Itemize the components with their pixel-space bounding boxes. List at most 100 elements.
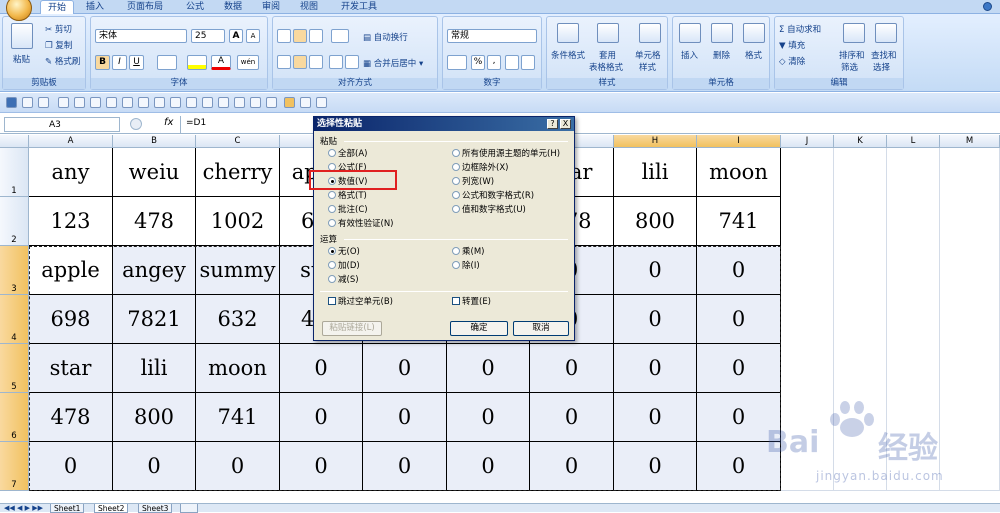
col-header-b[interactable]: B	[113, 135, 196, 148]
cell-h2[interactable]: 800	[614, 197, 697, 246]
tab-developer[interactable]: 开发工具	[336, 0, 382, 14]
tab-review[interactable]: 审阅	[256, 0, 286, 14]
name-box[interactable]: A3	[4, 117, 120, 132]
orientation-icon[interactable]	[331, 29, 349, 43]
paste-column-widths-option[interactable]: 列宽(W)	[452, 177, 494, 188]
cell-h7[interactable]: 0	[614, 442, 697, 491]
comma-button[interactable]: ,	[487, 55, 501, 70]
help-icon[interactable]	[983, 2, 992, 11]
sort-filter-label-2[interactable]: 筛选	[841, 61, 858, 73]
col-header-a[interactable]: A	[29, 135, 113, 148]
paste-all-option[interactable]: 全部(A)	[328, 149, 367, 160]
cell-c4[interactable]: 632	[196, 295, 280, 344]
cell-i4[interactable]: 0	[697, 295, 781, 344]
cell-a3[interactable]: apple	[29, 246, 113, 295]
skip-blanks-checkbox[interactable]: 跳过空单元(B)	[328, 297, 393, 308]
font-name-select[interactable]: 宋体	[95, 29, 187, 43]
row-header-4[interactable]: 4	[0, 295, 29, 344]
insert-function-button[interactable]: fx	[164, 117, 173, 128]
tab-data[interactable]: 数据	[218, 0, 248, 14]
row-header-7[interactable]: 7	[0, 442, 29, 491]
shrink-font-button[interactable]: A	[246, 29, 260, 43]
cell-a2[interactable]: 123	[29, 197, 113, 246]
cell-i7[interactable]: 0	[697, 442, 781, 491]
cut-button[interactable]: ✂ 剪切	[45, 23, 72, 35]
transpose-checkbox[interactable]: 转置(E)	[452, 297, 491, 308]
paste-source-theme-option[interactable]: 所有使用源主题的单元(H)	[452, 149, 560, 160]
empty-column-m[interactable]	[940, 148, 1000, 491]
delete-cells-button[interactable]: 删除	[713, 49, 730, 61]
cell-styles-label-2[interactable]: 样式	[639, 61, 656, 73]
format-cells-button[interactable]: 格式	[745, 49, 762, 61]
phonetic-button[interactable]: wén	[237, 55, 259, 70]
table-icon[interactable]	[186, 97, 197, 108]
customize-toolbar-icon[interactable]	[316, 97, 327, 108]
row-header-1[interactable]: 1	[0, 148, 29, 197]
form-icon[interactable]	[138, 97, 149, 108]
paste-validation-option[interactable]: 有效性验证(N)	[328, 219, 394, 230]
format-table-label-1[interactable]: 套用	[599, 49, 616, 61]
print-preview-icon[interactable]	[90, 97, 101, 108]
find-select-label-1[interactable]: 查找和	[871, 49, 897, 61]
find-select-label-2[interactable]: 选择	[873, 61, 890, 73]
row-header-5[interactable]: 5	[0, 344, 29, 393]
conditional-format-button[interactable]: 条件格式	[551, 49, 585, 61]
sort-icon[interactable]	[218, 97, 229, 108]
tab-page-layout[interactable]: 页面布局	[122, 0, 168, 14]
wrap-text-button[interactable]: ▤ 自动换行	[363, 31, 408, 43]
operation-none-option[interactable]: 无(O)	[328, 247, 360, 258]
currency-icon[interactable]	[447, 55, 467, 70]
align-left-icon[interactable]	[277, 55, 291, 69]
cell-b2[interactable]: 478	[113, 197, 196, 246]
cell-i3[interactable]: 0	[697, 246, 781, 295]
cell-b6[interactable]: 800	[113, 393, 196, 442]
cell-b3[interactable]: angey	[113, 246, 196, 295]
paste-no-borders-option[interactable]: 边框除外(X)	[452, 163, 508, 174]
highlight-icon[interactable]	[284, 97, 295, 108]
cell-f5[interactable]: 0	[447, 344, 530, 393]
cell-h4[interactable]: 0	[614, 295, 697, 344]
cell-a6[interactable]: 478	[29, 393, 113, 442]
cell-a7[interactable]: 0	[29, 442, 113, 491]
grow-font-button[interactable]: A	[229, 29, 243, 43]
clear-button[interactable]: ◇ 清除	[779, 55, 805, 67]
open-file-icon[interactable]	[74, 97, 85, 108]
decrease-indent-icon[interactable]	[329, 55, 343, 69]
number-format-select[interactable]: 常规	[447, 29, 537, 43]
autosum-button[interactable]: Σ 自动求和	[779, 23, 821, 35]
screenshot-icon[interactable]	[122, 97, 133, 108]
col-header-m[interactable]: M	[940, 135, 1000, 148]
paste-formulas-option[interactable]: 公式(F)	[328, 163, 367, 174]
col-header-i[interactable]: I	[697, 135, 781, 148]
underline-button[interactable]: U	[129, 55, 144, 70]
cell-e5[interactable]: 0	[363, 344, 447, 393]
formula-input[interactable]: =D1	[186, 118, 206, 128]
align-right-icon[interactable]	[309, 55, 323, 69]
align-bottom-icon[interactable]	[309, 29, 323, 43]
spell-check-icon[interactable]	[250, 97, 261, 108]
tab-home[interactable]: 开始	[40, 0, 74, 15]
cell-g5[interactable]: 0	[530, 344, 614, 393]
cell-b7[interactable]: 0	[113, 442, 196, 491]
cancel-button[interactable]: 取消	[513, 321, 569, 336]
print-icon[interactable]	[106, 97, 117, 108]
cell-c3[interactable]: summy	[196, 246, 280, 295]
font-color-button[interactable]: A	[211, 55, 231, 70]
cell-a5[interactable]: star	[29, 344, 113, 393]
dialog-help-button[interactable]: ?	[547, 119, 558, 129]
italic-button[interactable]: I	[112, 55, 127, 70]
cell-e6[interactable]: 0	[363, 393, 447, 442]
cell-i2[interactable]: 741	[697, 197, 781, 246]
operation-divide-option[interactable]: 除(I)	[452, 261, 480, 272]
cell-f7[interactable]: 0	[447, 442, 530, 491]
col-header-l[interactable]: L	[887, 135, 940, 148]
select-all-corner[interactable]	[0, 135, 29, 148]
align-middle-icon[interactable]	[293, 29, 307, 43]
paste-comments-option[interactable]: 批注(C)	[328, 205, 368, 216]
insert-cells-button[interactable]: 插入	[681, 49, 698, 61]
paste-button[interactable]: 粘贴	[13, 53, 30, 65]
sheet-nav-icon[interactable]: ◀◀ ◀ ▶ ▶▶	[4, 504, 43, 512]
paste-link-button[interactable]: 粘贴链接(L)	[322, 321, 382, 336]
operation-subtract-option[interactable]: 减(S)	[328, 275, 359, 286]
cell-c6[interactable]: 741	[196, 393, 280, 442]
